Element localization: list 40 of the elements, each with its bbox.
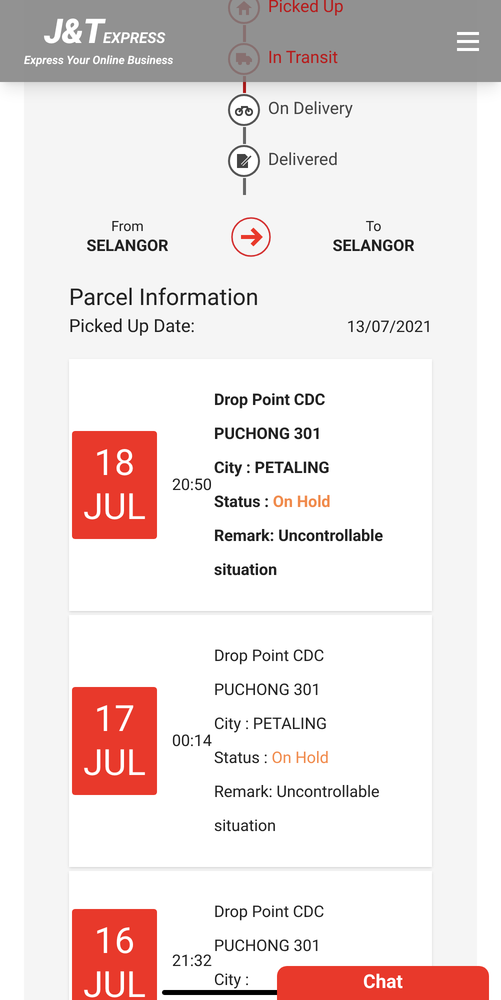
- event-detail-line: PUCHONG 301: [214, 935, 321, 957]
- event-detail-line: Drop Point CDC: [214, 901, 324, 923]
- event-detail-line: City : PETALING: [214, 713, 327, 735]
- picked-up-date-label: Picked Up Date:: [69, 315, 195, 339]
- logo-drawing: J&TEXPRESS Express Your Online Business: [24, 15, 174, 67]
- event-time: 00:14: [171, 730, 213, 752]
- document-pen-icon: [236, 153, 252, 169]
- event-remark: situation: [214, 815, 277, 837]
- event-detail-line: City :: [214, 969, 249, 991]
- motorbike-icon: [235, 104, 253, 116]
- event-remark: situation: [214, 559, 278, 581]
- event-time: 20:50: [171, 474, 213, 496]
- event-day: 18: [94, 441, 135, 485]
- event-detail-line: PUCHONG 301: [214, 423, 322, 445]
- event-day: 16: [94, 919, 135, 963]
- status-step-label: On Delivery: [268, 98, 353, 122]
- parcel-information-title: Parcel Information: [69, 283, 260, 313]
- chat-button[interactable]: Chat: [277, 966, 489, 1000]
- status-step-label: In Transit: [268, 47, 338, 70]
- event-detail-line: Drop Point CDC: [214, 645, 324, 667]
- event-day: 17: [94, 697, 135, 741]
- event-time: 21:32: [171, 950, 213, 972]
- arrow-right-circle-icon: [230, 217, 270, 257]
- event-status: Status : On Hold: [214, 747, 330, 769]
- status-step-label: Delivered: [268, 149, 338, 172]
- event-detail-line: City : PETALING: [214, 457, 330, 479]
- picked-up-date: 13/07/2021: [346, 316, 432, 338]
- to-state: SELANGOR: [332, 236, 414, 256]
- to-label: To: [366, 218, 382, 236]
- event-status: Status : On Hold: [214, 491, 332, 513]
- menu-icon[interactable]: [457, 32, 479, 50]
- event-month: JUL: [83, 963, 146, 1000]
- event-detail-line: PUCHONG 301: [214, 679, 321, 701]
- from-label: From: [111, 218, 144, 236]
- event-detail-line: Drop Point CDC: [214, 389, 326, 411]
- event-month: JUL: [83, 485, 146, 529]
- event-remark: Remark: Uncontrollable: [214, 525, 384, 547]
- from-state: SELANGOR: [86, 236, 168, 256]
- event-remark: Remark: Uncontrollable: [214, 781, 380, 803]
- event-month: JUL: [83, 741, 146, 785]
